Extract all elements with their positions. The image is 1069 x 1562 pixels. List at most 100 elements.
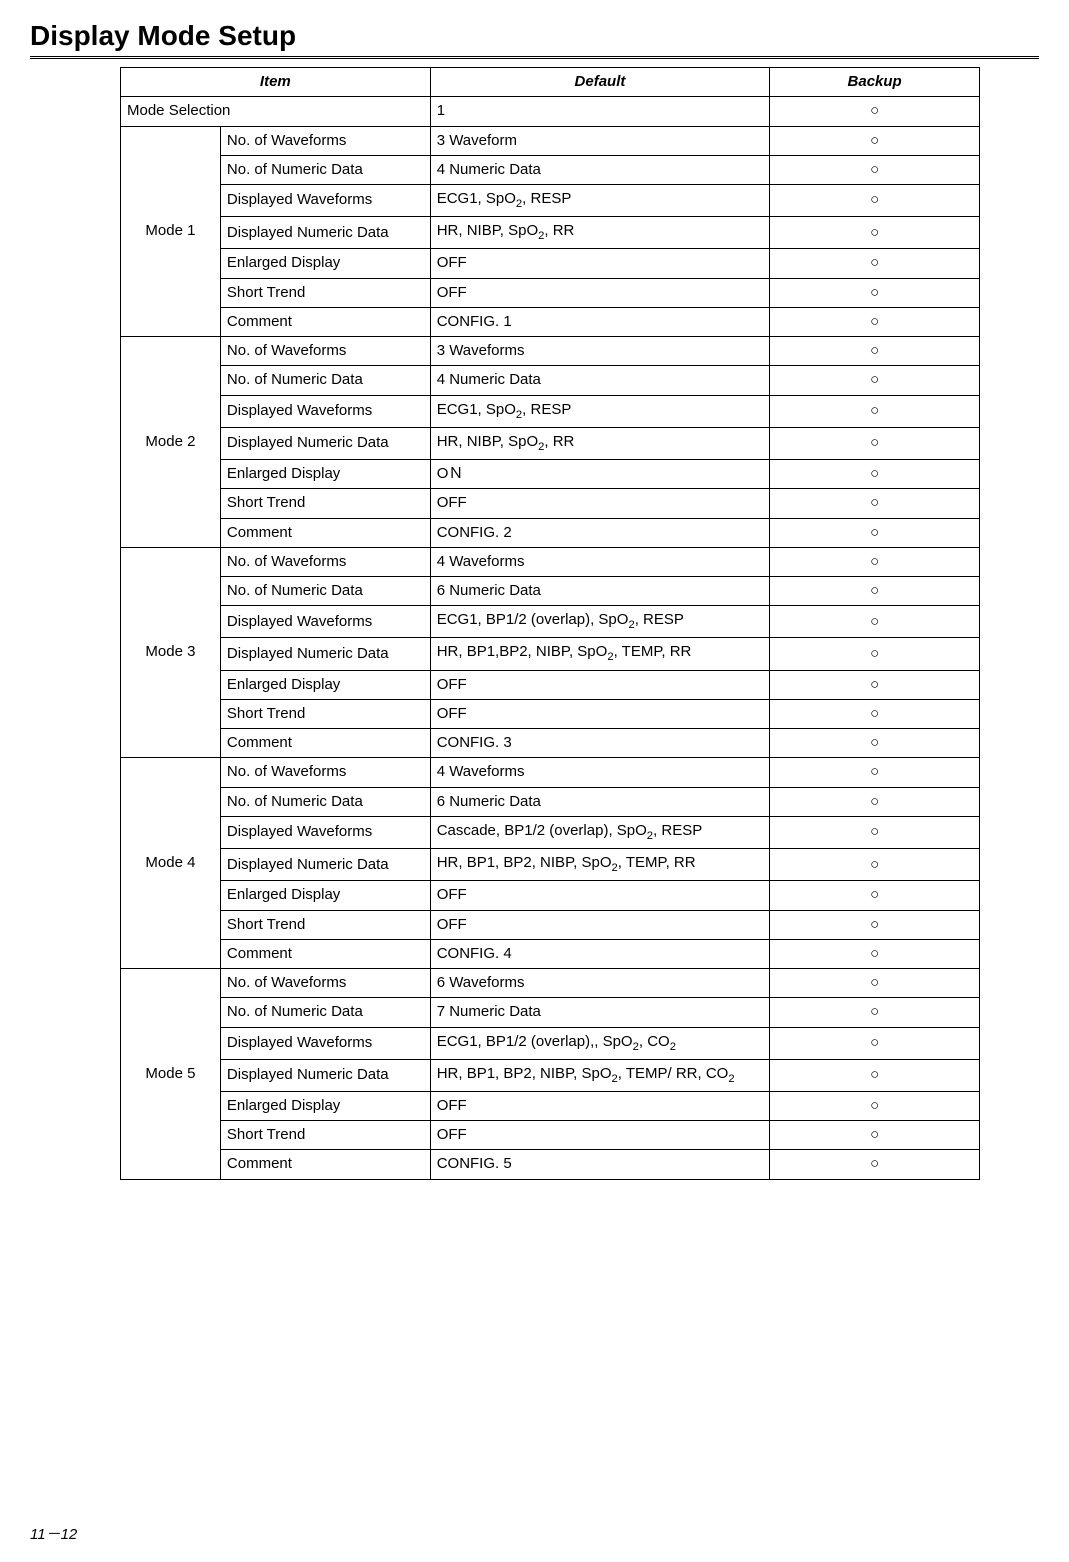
header-backup: Backup [770,68,980,97]
default-cell: OFF [430,489,770,518]
backup-cell: ○ [770,699,980,728]
default-cell: OＮ [430,460,770,489]
backup-cell: ○ [770,998,980,1027]
backup-cell: ○ [770,395,980,427]
table-row: Mode Selection1○ [121,97,980,126]
backup-cell: ○ [770,1150,980,1179]
default-cell: CONFIG. 3 [430,729,770,758]
default-cell: 7 Numeric Data [430,998,770,1027]
default-cell: 4 Numeric Data [430,366,770,395]
default-cell: CONFIG. 4 [430,939,770,968]
item-cell: Short Trend [220,910,430,939]
default-cell: 6 Waveforms [430,969,770,998]
item-cell: Mode Selection [121,97,431,126]
default-cell: OFF [430,910,770,939]
item-cell: Displayed Waveforms [220,395,430,427]
backup-cell: ○ [770,729,980,758]
backup-cell: ○ [770,1027,980,1059]
backup-cell: ○ [770,217,980,249]
default-cell: OFF [430,249,770,278]
backup-cell: ○ [770,1121,980,1150]
table-wrapper: Item Default Backup Mode Selection1○Mode… [120,67,1039,1180]
table-row: Displayed WaveformsECG1, SpO2, RESP○ [121,395,980,427]
group-cell: Mode 3 [121,547,221,758]
default-cell: OFF [430,278,770,307]
page-title: Display Mode Setup [30,20,1039,59]
table-row: Displayed Numeric DataHR, BP1, BP2, NIBP… [121,849,980,881]
table-row: No. of Numeric Data4 Numeric Data○ [121,366,980,395]
backup-cell: ○ [770,155,980,184]
table-row: Short TrendOFF○ [121,278,980,307]
item-cell: Short Trend [220,1121,430,1150]
item-cell: Displayed Numeric Data [220,849,430,881]
table-row: CommentCONFIG. 3○ [121,729,980,758]
backup-cell: ○ [770,97,980,126]
backup-cell: ○ [770,787,980,816]
table-row: No. of Numeric Data7 Numeric Data○ [121,998,980,1027]
default-cell: 4 Numeric Data [430,155,770,184]
item-cell: Enlarged Display [220,670,430,699]
item-cell: Comment [220,518,430,547]
item-cell: Displayed Numeric Data [220,638,430,670]
item-cell: No. of Waveforms [220,337,430,366]
item-cell: Short Trend [220,489,430,518]
page-number: 11－12 [30,1523,77,1544]
backup-cell: ○ [770,126,980,155]
default-cell: OFF [430,1121,770,1150]
table-row: Mode 5No. of Waveforms6 Waveforms○ [121,969,980,998]
table-row: No. of Numeric Data6 Numeric Data○ [121,787,980,816]
table-row: Enlarged DisplayOFF○ [121,670,980,699]
table-row: Mode 2No. of Waveforms3 Waveforms○ [121,337,980,366]
group-cell: Mode 4 [121,758,221,969]
backup-cell: ○ [770,337,980,366]
item-cell: No. of Waveforms [220,547,430,576]
table-row: Short TrendOFF○ [121,489,980,518]
backup-cell: ○ [770,1091,980,1120]
item-cell: No. of Numeric Data [220,366,430,395]
default-cell: ECG1, SpO2, RESP [430,395,770,427]
backup-cell: ○ [770,969,980,998]
default-cell: 3 Waveform [430,126,770,155]
table-row: Enlarged DisplayOFF○ [121,249,980,278]
item-cell: No. of Numeric Data [220,787,430,816]
default-cell: HR, NIBP, SpO2, RR [430,217,770,249]
backup-cell: ○ [770,881,980,910]
item-cell: No. of Waveforms [220,126,430,155]
item-cell: Short Trend [220,699,430,728]
backup-cell: ○ [770,489,980,518]
table-row: Mode 3No. of Waveforms4 Waveforms○ [121,547,980,576]
item-cell: Comment [220,1150,430,1179]
default-cell: Cascade, BP1/2 (overlap), SpO2, RESP [430,816,770,848]
backup-cell: ○ [770,518,980,547]
table-row: Displayed Numeric DataHR, NIBP, SpO2, RR… [121,217,980,249]
item-cell: Enlarged Display [220,460,430,489]
item-cell: Displayed Numeric Data [220,217,430,249]
backup-cell: ○ [770,816,980,848]
default-cell: OFF [430,699,770,728]
default-cell: HR, BP1, BP2, NIBP, SpO2, TEMP/ RR, CO2 [430,1059,770,1091]
item-cell: Displayed Numeric Data [220,427,430,459]
table-row: CommentCONFIG. 2○ [121,518,980,547]
table-row: Displayed Numeric DataHR, BP1, BP2, NIBP… [121,1059,980,1091]
backup-cell: ○ [770,249,980,278]
item-cell: No. of Numeric Data [220,155,430,184]
default-cell: 6 Numeric Data [430,787,770,816]
item-cell: No. of Waveforms [220,758,430,787]
default-cell: HR, NIBP, SpO2, RR [430,427,770,459]
table-row: No. of Numeric Data6 Numeric Data○ [121,577,980,606]
table-row: CommentCONFIG. 1○ [121,307,980,336]
default-cell: HR, BP1, BP2, NIBP, SpO2, TEMP, RR [430,849,770,881]
backup-cell: ○ [770,670,980,699]
item-cell: Enlarged Display [220,881,430,910]
default-cell: ECG1, BP1/2 (overlap),, SpO2, CO2 [430,1027,770,1059]
default-cell: CONFIG. 1 [430,307,770,336]
item-cell: Enlarged Display [220,1091,430,1120]
default-cell: ECG1, BP1/2 (overlap), SpO2, RESP [430,606,770,638]
item-cell: No. of Numeric Data [220,577,430,606]
backup-cell: ○ [770,910,980,939]
table-row: Short TrendOFF○ [121,699,980,728]
item-cell: Displayed Waveforms [220,816,430,848]
backup-cell: ○ [770,366,980,395]
table-row: Enlarged DisplayOＮ○ [121,460,980,489]
default-cell: ECG1, SpO2, RESP [430,185,770,217]
